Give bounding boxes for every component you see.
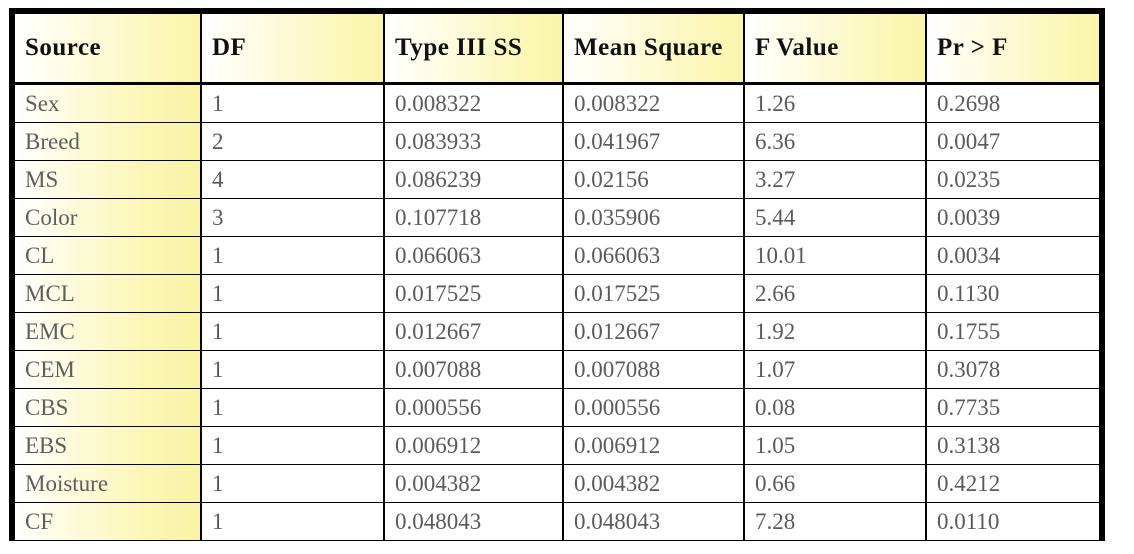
cell-p: 0.2698 <box>926 83 1099 123</box>
column-header-mean-square[interactable]: Mean Square <box>563 14 745 85</box>
cell-p: 0.1130 <box>926 274 1099 313</box>
cell-f: 10.01 <box>744 236 927 275</box>
table-header-row: Source DF Type III SS Mean Square F Valu… <box>15 14 1099 85</box>
table-body: Sex 1 0.008322 0.008322 1.26 0.2698 Breed 2 0.08… <box>15 83 1099 540</box>
cell-source: MCL <box>15 274 202 313</box>
cell-p: 0.7735 <box>926 388 1099 427</box>
cell-ms: 0.02156 <box>563 160 745 199</box>
column-header-df[interactable]: DF <box>201 14 385 85</box>
table-row: EBS 1 0.006912 0.006912 1.05 0.3138 <box>15 426 1099 465</box>
cell-p: 0.0110 <box>926 502 1099 540</box>
cell-ms: 0.012667 <box>563 312 745 351</box>
table-header: Source DF Type III SS Mean Square F Valu… <box>15 14 1099 85</box>
table-row: CEM 1 0.007088 0.007088 1.07 0.3078 <box>15 350 1099 389</box>
cell-source: CBS <box>15 388 202 427</box>
column-header-type-iii-ss[interactable]: Type III SS <box>384 14 564 85</box>
cell-df: 1 <box>201 502 385 540</box>
cell-source: MS <box>15 160 202 199</box>
cell-ms: 0.000556 <box>563 388 745 427</box>
anova-type-iii-table: Source DF Type III SS Mean Square F Valu… <box>15 14 1099 540</box>
column-header-f-value[interactable]: F Value <box>744 14 927 85</box>
cell-source: EBS <box>15 426 202 465</box>
cell-p: 0.0235 <box>926 160 1099 199</box>
table-row: MS 4 0.086239 0.02156 3.27 0.0235 <box>15 160 1099 199</box>
cell-f: 5.44 <box>744 198 927 237</box>
screenshot-root: Source DF Type III SS Mean Square F Valu… <box>0 0 1134 554</box>
cell-df: 1 <box>201 388 385 427</box>
cell-df: 1 <box>201 312 385 351</box>
table-row: Color 3 0.107718 0.035906 5.44 0.0039 <box>15 198 1099 237</box>
cell-p: 0.0047 <box>926 122 1099 161</box>
cell-ss: 0.000556 <box>384 388 564 427</box>
cell-ss: 0.004382 <box>384 464 564 503</box>
table-row: CL 1 0.066063 0.066063 10.01 0.0034 <box>15 236 1099 275</box>
cell-p: 0.4212 <box>926 464 1099 503</box>
cell-ss: 0.006912 <box>384 426 564 465</box>
cell-source: Moisture <box>15 464 202 503</box>
cell-f: 1.92 <box>744 312 927 351</box>
cell-ss: 0.107718 <box>384 198 564 237</box>
column-header-pr-gt-f[interactable]: Pr > F <box>926 14 1099 85</box>
table-row: EMC 1 0.012667 0.012667 1.92 0.1755 <box>15 312 1099 351</box>
cell-f: 1.26 <box>744 83 927 123</box>
cell-df: 3 <box>201 198 385 237</box>
anova-table-container: Source DF Type III SS Mean Square F Valu… <box>9 8 1105 541</box>
cell-ss: 0.066063 <box>384 236 564 275</box>
cell-df: 1 <box>201 350 385 389</box>
cell-ss: 0.017525 <box>384 274 564 313</box>
cell-f: 0.66 <box>744 464 927 503</box>
cell-source: Breed <box>15 122 202 161</box>
cell-ss: 0.086239 <box>384 160 564 199</box>
cell-ss: 0.083933 <box>384 122 564 161</box>
cell-ss: 0.008322 <box>384 83 564 123</box>
cell-p: 0.1755 <box>926 312 1099 351</box>
cell-source: Color <box>15 198 202 237</box>
cell-ss: 0.048043 <box>384 502 564 540</box>
cell-source: CF <box>15 502 202 540</box>
cell-p: 0.3138 <box>926 426 1099 465</box>
cell-df: 1 <box>201 426 385 465</box>
cell-source: Sex <box>15 83 202 123</box>
cell-ms: 0.041967 <box>563 122 745 161</box>
cell-f: 7.28 <box>744 502 927 540</box>
table-row: MCL 1 0.017525 0.017525 2.66 0.1130 <box>15 274 1099 313</box>
cell-df: 1 <box>201 274 385 313</box>
cell-ms: 0.008322 <box>563 83 745 123</box>
cell-ss: 0.007088 <box>384 350 564 389</box>
table-row: Sex 1 0.008322 0.008322 1.26 0.2698 <box>15 83 1099 123</box>
cell-df: 1 <box>201 464 385 503</box>
cell-df: 2 <box>201 122 385 161</box>
cell-p: 0.0039 <box>926 198 1099 237</box>
cell-ms: 0.048043 <box>563 502 745 540</box>
cell-f: 1.07 <box>744 350 927 389</box>
table-row: CF 1 0.048043 0.048043 7.28 0.0110 <box>15 502 1099 540</box>
table-row: Moisture 1 0.004382 0.004382 0.66 0.4212 <box>15 464 1099 503</box>
cell-df: 1 <box>201 236 385 275</box>
cell-f: 6.36 <box>744 122 927 161</box>
cell-ms: 0.006912 <box>563 426 745 465</box>
cell-ms: 0.066063 <box>563 236 745 275</box>
table-row: CBS 1 0.000556 0.000556 0.08 0.7735 <box>15 388 1099 427</box>
cell-ss: 0.012667 <box>384 312 564 351</box>
cell-source: CEM <box>15 350 202 389</box>
cell-ms: 0.004382 <box>563 464 745 503</box>
cell-p: 0.3078 <box>926 350 1099 389</box>
column-header-source[interactable]: Source <box>15 14 202 85</box>
cell-f: 1.05 <box>744 426 927 465</box>
cell-ms: 0.017525 <box>563 274 745 313</box>
cell-f: 3.27 <box>744 160 927 199</box>
table-row: Breed 2 0.083933 0.041967 6.36 0.0047 <box>15 122 1099 161</box>
cell-df: 1 <box>201 83 385 123</box>
cell-f: 2.66 <box>744 274 927 313</box>
cell-p: 0.0034 <box>926 236 1099 275</box>
cell-f: 0.08 <box>744 388 927 427</box>
cell-ms: 0.035906 <box>563 198 745 237</box>
cell-source: EMC <box>15 312 202 351</box>
cell-ms: 0.007088 <box>563 350 745 389</box>
cell-df: 4 <box>201 160 385 199</box>
cell-source: CL <box>15 236 202 275</box>
